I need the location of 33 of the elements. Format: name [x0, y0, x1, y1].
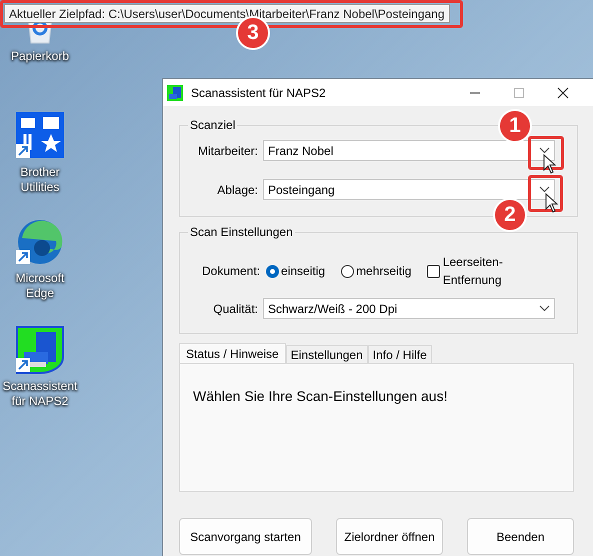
quality-dropdown[interactable]: Schwarz/Weiß - 200 Dpi: [263, 298, 555, 319]
field-label: Ablage:: [217, 182, 258, 198]
scanner-app-icon: [167, 84, 183, 100]
dropdown-field[interactable]: Franz Nobel: [263, 140, 555, 161]
scanner-app-icon[interactable]: [16, 326, 64, 374]
chevron-down-icon: [539, 305, 550, 312]
mouse-cursor-icon: [545, 193, 559, 213]
window-title: Scanassistent für NAPS2: [191, 84, 326, 102]
radio-button[interactable]: [266, 264, 280, 278]
path-tooltip: Aktueller Zielpfad: C:\Users\user\Documents\Mitarbeiter\Franz Nobel\Posteingang: [4, 4, 450, 23]
checkbox[interactable]: [427, 264, 440, 278]
tab[interactable]: Einstellungen: [286, 345, 368, 363]
chevron-down-icon: [539, 147, 550, 154]
dropdown-field[interactable]: Posteingang: [263, 179, 555, 200]
group-title: Scan Einstellungen: [189, 224, 294, 241]
tab[interactable]: Status / Hinweise: [179, 343, 286, 363]
radio-label[interactable]: mehrseitig: [356, 262, 412, 280]
browser-app-icon[interactable]: [16, 218, 64, 266]
status-message: Wählen Sie Ihre Scan-Einstellungen aus!: [193, 388, 448, 404]
field-label: Mitarbeiter:: [198, 142, 258, 160]
field-label: Dokument:: [202, 263, 260, 280]
action-button[interactable]: Zielordner öffnen: [336, 518, 443, 555]
chevron-down-icon: [539, 186, 550, 193]
radio-button[interactable]: [341, 264, 354, 278]
radio-label[interactable]: einseitig: [281, 262, 326, 280]
action-button[interactable]: Scanvorgang starten: [179, 518, 312, 555]
mouse-cursor-icon: [543, 154, 557, 174]
field-label: Qualität:: [213, 300, 258, 318]
checkbox-label[interactable]: Leerseiten-Entfernung: [442, 253, 555, 289]
action-button[interactable]: Beenden: [467, 518, 574, 555]
tab[interactable]: Info / Hilfe: [368, 345, 432, 363]
group-title: Scanziel: [189, 117, 236, 134]
toolbox-app-icon[interactable]: [16, 112, 64, 160]
